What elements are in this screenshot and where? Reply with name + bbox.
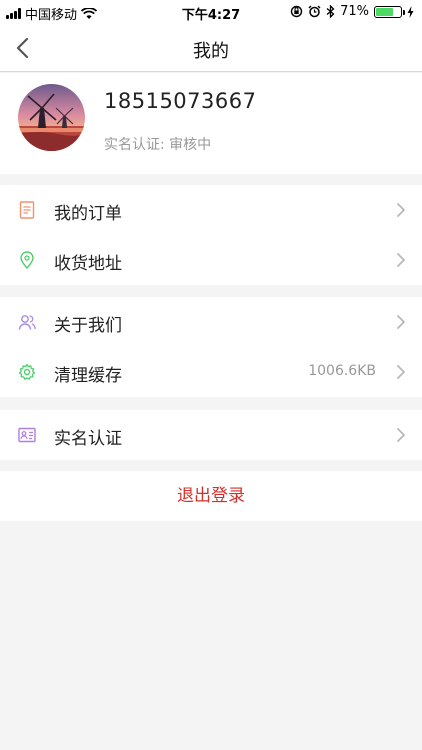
menu-item-orders-label: 我的订单 bbox=[54, 204, 122, 224]
chevron-right-icon bbox=[397, 203, 405, 217]
menu-item-address-label: 收货地址 bbox=[54, 254, 122, 274]
menu-group-orders: 我的订单 收货地址 bbox=[0, 185, 422, 285]
battery-icon bbox=[374, 5, 405, 18]
chevron-right-icon bbox=[397, 253, 405, 267]
orientation-lock-icon bbox=[290, 5, 303, 18]
avatar[interactable] bbox=[18, 84, 85, 151]
menu-item-cache[interactable]: 清理缓存 1006.6KB bbox=[0, 347, 422, 397]
location-pin-icon bbox=[20, 251, 34, 269]
document-icon bbox=[19, 201, 35, 219]
status-right: 71% bbox=[290, 4, 414, 19]
charging-icon bbox=[407, 5, 414, 18]
avatar-image bbox=[18, 84, 85, 151]
bluetooth-icon bbox=[326, 5, 335, 18]
cache-size: 1006.6KB bbox=[308, 363, 376, 379]
logout-button[interactable]: 退出登录 bbox=[0, 471, 422, 521]
nav-bar: 我的 bbox=[0, 24, 422, 72]
id-card-icon bbox=[18, 427, 36, 443]
menu-item-realname[interactable]: 实名认证 bbox=[0, 410, 422, 460]
status-bar: 中国移动 下午4:27 71% bbox=[0, 0, 422, 24]
menu-group-verification: 实名认证 bbox=[0, 410, 422, 460]
alarm-icon bbox=[308, 5, 321, 18]
battery-percent: 71% bbox=[340, 4, 369, 19]
battery-fill bbox=[376, 7, 394, 16]
page-title: 我的 bbox=[193, 41, 229, 62]
verify-status: 实名认证: 审核中 bbox=[104, 137, 212, 153]
chevron-right-icon bbox=[397, 365, 405, 379]
menu-item-realname-label: 实名认证 bbox=[54, 429, 122, 449]
gear-icon bbox=[18, 363, 36, 380]
profile-card: 18515073667 实名认证: 审核中 bbox=[0, 73, 422, 174]
menu-group-settings: 关于我们 清理缓存 1006.6KB bbox=[0, 297, 422, 397]
chevron-right-icon bbox=[397, 428, 405, 442]
users-icon bbox=[18, 315, 36, 330]
menu-item-orders[interactable]: 我的订单 bbox=[0, 185, 422, 235]
menu-item-about-label: 关于我们 bbox=[54, 316, 122, 336]
menu-item-about[interactable]: 关于我们 bbox=[0, 297, 422, 347]
menu-item-cache-label: 清理缓存 bbox=[54, 366, 122, 386]
chevron-right-icon bbox=[397, 315, 405, 329]
user-phone: 18515073667 bbox=[104, 89, 257, 113]
menu-item-address[interactable]: 收货地址 bbox=[0, 235, 422, 285]
